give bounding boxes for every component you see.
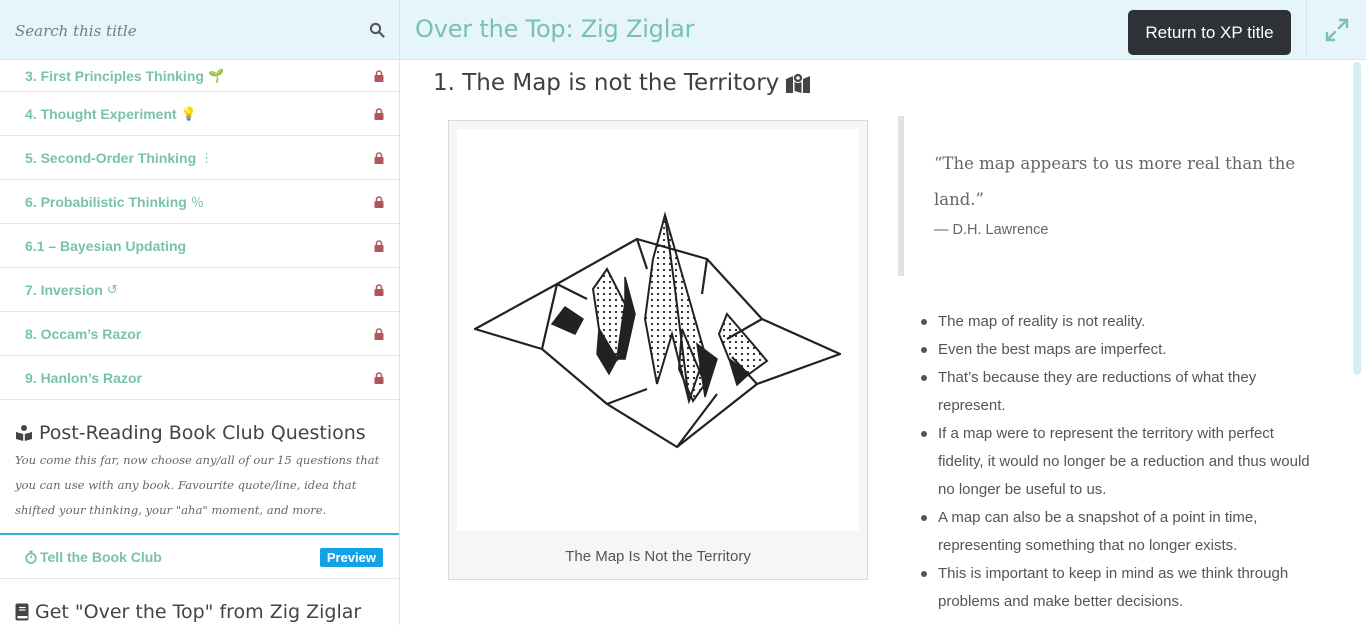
top-bar: Over the Top: Zig Ziglar Return to XP ti… — [0, 0, 1366, 60]
seedling-icon: 🌱 — [207, 67, 225, 83]
lock-icon — [374, 327, 384, 340]
sidebar-item-bayesian[interactable]: 6.1 – Bayesian Updating — [0, 224, 399, 268]
book-icon — [15, 603, 29, 621]
lightbulb-icon: 💡 — [180, 105, 197, 121]
list-item: The map of reality is not reality. — [921, 308, 1321, 336]
lesson-label: 7. Inversion — [25, 281, 103, 298]
preview-badge[interactable]: Preview — [319, 548, 383, 567]
search-input[interactable] — [15, 19, 355, 43]
sidebar: 3. First Principles Thinking 🌱 4. Though… — [0, 60, 400, 625]
lesson-title: 1. The Map is not the Territory — [433, 70, 811, 96]
sidebar-item-hanlons-razor[interactable]: 9. Hanlon’s Razor — [0, 356, 399, 400]
lesson-label: 3. First Principles Thinking — [25, 67, 204, 84]
content-scrollbar[interactable] — [1353, 62, 1361, 375]
lesson-label: 9. Hanlon’s Razor — [25, 369, 142, 386]
sidebar-item-inversion[interactable]: 7. Inversion ↺ — [0, 268, 399, 312]
return-to-title-button[interactable]: Return to XP title — [1128, 10, 1291, 55]
list-item: Even the best maps are imperfect. — [921, 336, 1321, 364]
search-icon[interactable] — [369, 22, 385, 38]
lock-icon — [374, 283, 384, 296]
sidebar-item-occams-razor[interactable]: 8. Occam’s Razor — [0, 312, 399, 356]
section-title: Post-Reading Book Club Questions — [15, 422, 384, 444]
lock-icon — [374, 151, 384, 164]
sidebar-item-probabilistic[interactable]: 6. Probabilistic Thinking ％ — [0, 180, 399, 224]
lock-icon — [374, 107, 384, 120]
sidebar-item-tell-book-club[interactable]: Tell the Book Club Preview — [0, 533, 399, 579]
expand-icon[interactable] — [1324, 17, 1350, 43]
sidebar-item-thought-experiment[interactable]: 4. Thought Experiment 💡 — [0, 92, 399, 136]
get-book-section: Get "Over the Top" from Zig Ziglar — [0, 579, 399, 623]
lock-icon — [374, 69, 384, 82]
figure: The Map Is Not the Territory — [448, 120, 868, 580]
lock-icon — [374, 371, 384, 384]
lesson-label: 6. Probabilistic Thinking — [25, 193, 187, 210]
reading-person-icon — [16, 425, 32, 441]
vertical-dots-icon: ⋮ — [200, 149, 214, 165]
lesson-label: 6.1 – Bayesian Updating — [25, 237, 187, 254]
search-box — [0, 0, 400, 60]
lesson-label: 8. Occam’s Razor — [25, 325, 142, 342]
quote-text: “The map appears to us more real than th… — [934, 154, 1296, 209]
fullscreen-toggle[interactable] — [1306, 0, 1366, 60]
figure-caption: The Map Is Not the Territory — [565, 548, 751, 565]
list-item: If a map were to represent the territory… — [921, 420, 1321, 504]
quote-author: — D.H. Lawrence — [934, 222, 1049, 238]
sidebar-item-first-principles[interactable]: 3. First Principles Thinking 🌱 — [0, 60, 399, 92]
course-title: Over the Top: Zig Ziglar — [415, 15, 695, 43]
lesson-content: 1. The Map is not the Territory The Map … — [401, 60, 1351, 625]
section-description: You come this far, now choose any/all of… — [15, 453, 380, 517]
section-title: Get "Over the Top" from Zig Ziglar — [15, 601, 384, 623]
sidebar-item-second-order[interactable]: 5. Second-Order Thinking ⋮ — [0, 136, 399, 180]
lesson-label: 5. Second-Order Thinking — [25, 149, 197, 166]
key-points-list: The map of reality is not reality. Even … — [921, 308, 1321, 616]
blockquote: “The map appears to us more real than th… — [898, 116, 1318, 276]
rotate-icon: ↺ — [106, 281, 118, 297]
list-item: This is important to keep in mind as we … — [921, 560, 1321, 616]
list-item: A map can also be a snapshot of a point … — [921, 504, 1321, 560]
book-club-section: Post-Reading Book Club Questions You com… — [0, 400, 399, 533]
list-item: That’s because they are reductions of wh… — [921, 364, 1321, 420]
lock-icon — [374, 195, 384, 208]
stopwatch-icon — [25, 550, 37, 564]
map-icon — [786, 72, 811, 93]
percent-icon: ％ — [190, 195, 204, 210]
lesson-label: 4. Thought Experiment — [25, 105, 177, 122]
lesson-label: Tell the Book Club — [40, 548, 162, 565]
lock-icon — [374, 239, 384, 252]
mountain-map-illustration — [457, 129, 859, 531]
